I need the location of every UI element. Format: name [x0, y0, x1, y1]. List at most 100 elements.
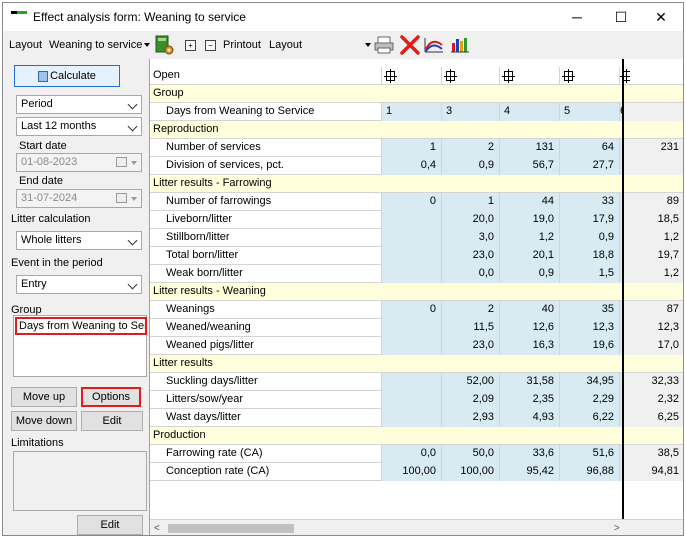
table-row[interactable]: Litters/sow/year 2,09 2,35 2,29 2,32	[150, 391, 683, 409]
value-cell: 40	[500, 301, 560, 319]
column-4-header[interactable]	[560, 67, 620, 85]
value-cell	[382, 319, 442, 337]
value-cell: 1	[382, 139, 442, 157]
value-cell: 2,32	[624, 391, 683, 409]
table-row[interactable]: Weaned/weaning 11,5 12,6 12,3 12,3	[150, 319, 683, 337]
value-cell: 20,0	[442, 211, 500, 229]
bar-chart-icon[interactable]	[449, 35, 471, 55]
maximize-button[interactable]: ☐	[599, 3, 643, 31]
scroll-left-arrow[interactable]: <	[154, 523, 160, 534]
move-up-button[interactable]: Move up	[11, 387, 77, 407]
horizontal-scrollbar[interactable]: < >	[150, 519, 683, 535]
value-cell: 2,35	[500, 391, 560, 409]
printer-icon[interactable]	[373, 35, 395, 55]
table-row[interactable]: Weaned pigs/litter 23,0 16,3 19,6 17,0	[150, 337, 683, 355]
column-3-header[interactable]	[500, 67, 560, 85]
value-cell: 100,00	[442, 463, 500, 481]
table-row[interactable]: Number of farrowings 0 1 44 33 89	[150, 193, 683, 211]
scroll-right-arrow[interactable]: >	[614, 523, 620, 534]
options-button[interactable]: Options	[81, 387, 141, 407]
table-row[interactable]: Farrowing rate (CA) 0,0 50,0 33,6 51,6 38,5	[150, 445, 683, 463]
layout-dropdown-arrow[interactable]	[144, 43, 150, 47]
value-cell: 19,7	[624, 247, 683, 265]
row-label: Days from Weaning to Service	[150, 103, 382, 121]
limitations-list[interactable]	[13, 451, 147, 511]
column-1-header[interactable]	[382, 67, 442, 85]
table-row[interactable]: Weak born/litter 0,0 0,9 1,5 1,2	[150, 265, 683, 283]
minimize-button[interactable]: ─	[555, 3, 599, 31]
litter-calculation-select[interactable]: Whole litters	[16, 231, 142, 250]
row-label: Farrowing rate (CA)	[150, 445, 382, 463]
value-cell: 3,0	[442, 229, 500, 247]
printout-layout-selector[interactable]: Layout	[269, 39, 302, 51]
value-cell: 12,3	[624, 319, 683, 337]
period-range-select[interactable]: Last 12 months	[16, 117, 142, 136]
value-cell: 18,8	[560, 247, 620, 265]
collapse-all-icon[interactable]: −	[205, 40, 216, 51]
value-cell: 87	[624, 301, 683, 319]
open-header[interactable]: Open	[150, 67, 382, 85]
table-row[interactable]: Division of services, pct. 0,4 0,9 56,7 27,7	[150, 157, 683, 175]
table-row[interactable]: Number of services 1 2 131 64 231	[150, 139, 683, 157]
column-move-icon[interactable]	[384, 69, 397, 83]
group-list[interactable]: Days from Weaning to Service	[13, 315, 147, 377]
section-label: Litter results	[153, 357, 213, 369]
value-cell: 4,93	[500, 409, 560, 427]
layout-selector[interactable]: Weaning to service	[49, 39, 142, 51]
column-move-icon[interactable]	[502, 69, 515, 83]
value-cell: 19,6	[560, 337, 620, 355]
end-date-picker[interactable]: 31-07-2024	[16, 189, 142, 208]
edit-group-button[interactable]: Edit	[81, 411, 143, 431]
value-cell: 38,5	[624, 445, 683, 463]
end-date-label: End date	[19, 175, 64, 187]
section-row[interactable]: Litter results - Weaning	[150, 283, 683, 301]
period-select[interactable]: Period	[16, 95, 142, 114]
scroll-thumb[interactable]	[168, 524, 294, 533]
calculate-button[interactable]: Calculate	[14, 65, 120, 87]
expand-all-icon[interactable]: +	[185, 40, 196, 51]
value-cell: 16,3	[500, 337, 560, 355]
table-row[interactable]: Wast days/litter 2,93 4,93 6,22 6,25	[150, 409, 683, 427]
group-list-item[interactable]: Days from Weaning to Service	[15, 317, 147, 335]
book-settings-icon[interactable]	[153, 35, 175, 55]
row-label: Liveborn/litter	[150, 211, 382, 229]
row-label: Litters/sow/year	[150, 391, 382, 409]
window-title: Effect analysis form: Weaning to service	[33, 10, 246, 24]
table-row[interactable]: Liveborn/litter 20,0 19,0 17,9 18,5	[150, 211, 683, 229]
event-period-select[interactable]: Entry	[16, 275, 142, 294]
value-cell: 23,0	[442, 337, 500, 355]
table-row[interactable]: Stillborn/litter 3,0 1,2 0,9 1,2	[150, 229, 683, 247]
column-2-header[interactable]	[442, 67, 500, 85]
table-row[interactable]: Conception rate (CA) 100,00 100,00 95,42 96,…	[150, 463, 683, 481]
section-row[interactable]: Litter results	[150, 355, 683, 373]
column-move-icon[interactable]	[562, 69, 575, 83]
app-icon	[11, 11, 27, 21]
section-label: Reproduction	[153, 123, 219, 135]
value-cell: 12,3	[560, 319, 620, 337]
section-row[interactable]: Group	[150, 85, 683, 103]
start-date-picker[interactable]: 01-08-2023	[16, 153, 142, 172]
delete-icon[interactable]	[399, 35, 421, 55]
value-cell: 94,81	[624, 463, 683, 481]
edit-limitations-button[interactable]: Edit	[77, 515, 143, 535]
table-row[interactable]: Weanings 0 2 40 35 87	[150, 301, 683, 319]
value-cell: 100,00	[382, 463, 442, 481]
column-splitter[interactable]	[622, 59, 624, 519]
value-cell: 0,9	[442, 157, 500, 175]
table-row[interactable]: Suckling days/litter 52,00 31,58 34,95 32,33	[150, 373, 683, 391]
row-label: Wast days/litter	[150, 409, 382, 427]
section-row[interactable]: Production	[150, 427, 683, 445]
table-row[interactable]: Total born/litter 23,0 20,1 18,8 19,7	[150, 247, 683, 265]
close-button[interactable]: ✕	[639, 3, 683, 31]
results-grid[interactable]: Open Group Days from Weaning to Service 1 3…	[149, 59, 683, 535]
printout-dropdown-arrow[interactable]	[365, 43, 371, 47]
chevron-down-icon	[127, 99, 138, 110]
move-down-button[interactable]: Move down	[11, 411, 77, 431]
section-row[interactable]: Reproduction	[150, 121, 683, 139]
section-row[interactable]: Litter results - Farrowing	[150, 175, 683, 193]
value-cell: 33	[560, 193, 620, 211]
table-row[interactable]: Days from Weaning to Service13456	[150, 103, 683, 121]
layout-label: Layout	[9, 39, 43, 51]
line-chart-icon[interactable]	[423, 35, 445, 55]
column-move-icon[interactable]	[444, 69, 457, 83]
